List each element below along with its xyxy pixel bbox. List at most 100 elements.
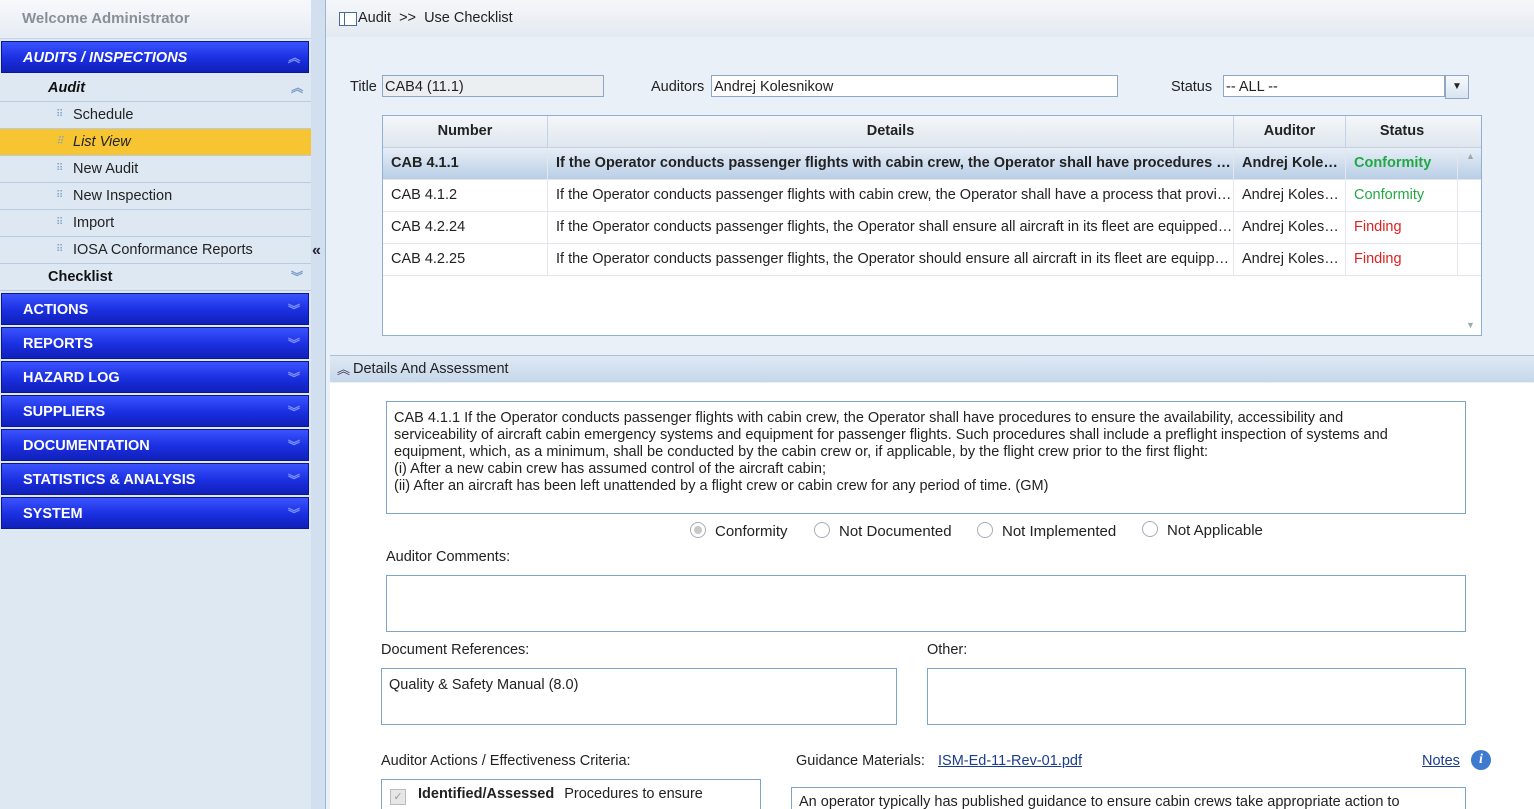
- section-system[interactable]: SYSTEM ︾: [1, 497, 309, 529]
- action-text: Procedures to ensure: [564, 786, 703, 802]
- cell-status: Finding: [1346, 244, 1458, 275]
- nav-item-schedule[interactable]: ⠿ Schedule: [0, 102, 311, 129]
- radio-not-applicable[interactable]: Not Applicable: [1142, 521, 1263, 539]
- description-line: (ii) After an aircraft has been left una…: [394, 478, 1049, 494]
- table-row[interactable]: CAB 4.2.24 If the Operator conducts pass…: [383, 212, 1481, 244]
- auditors-label: Auditors: [651, 79, 705, 95]
- nav-item-list-view[interactable]: ⠿ List View: [0, 129, 311, 156]
- drag-dots-icon: ⠿: [56, 163, 64, 174]
- other-input[interactable]: [927, 668, 1466, 725]
- chevron-down-icon: ︾: [287, 371, 300, 385]
- drag-dots-icon: ⠿: [56, 136, 64, 147]
- nav-item-label: Import: [73, 215, 115, 231]
- chevron-down-icon: ︾: [287, 337, 300, 351]
- grid-header: Number Details Auditor Status: [383, 116, 1481, 148]
- radio-conformity[interactable]: Conformity: [690, 522, 788, 540]
- chevron-down-icon: ︾: [287, 507, 300, 521]
- section-label: SUPPLIERS: [23, 404, 106, 420]
- auditor-actions-label: Auditor Actions / Effectiveness Criteria…: [381, 753, 631, 769]
- column-header-auditor[interactable]: Auditor: [1234, 116, 1346, 147]
- grid-scrollbar[interactable]: ▲ ▼: [1461, 147, 1481, 334]
- nav-item-label: List View: [73, 134, 131, 150]
- section-documentation[interactable]: DOCUMENTATION ︾: [1, 429, 309, 461]
- section-label: ACTIONS: [23, 302, 89, 318]
- double-chevron-left-icon: «: [312, 242, 321, 259]
- section-actions[interactable]: ACTIONS ︾: [1, 293, 309, 325]
- nav-item-label: IOSA Conformance Reports: [73, 242, 253, 258]
- cell-status: Conformity: [1346, 148, 1458, 179]
- radio-label: Not Documented: [839, 523, 952, 540]
- auditor-comments-input[interactable]: [386, 575, 1466, 632]
- drag-dots-icon: ⠿: [56, 109, 64, 120]
- section-label: HAZARD LOG: [23, 370, 120, 386]
- nav-item-new-audit[interactable]: ⠿ New Audit: [0, 156, 311, 183]
- nav-item-import[interactable]: ⠿ Import: [0, 210, 311, 237]
- column-header-number[interactable]: Number: [383, 116, 548, 147]
- sub-header-checklist[interactable]: Checklist ︾: [0, 264, 311, 291]
- radio-label: Not Applicable: [1167, 522, 1263, 539]
- cell-auditor: Andrej Kolesnikow: [1234, 180, 1346, 211]
- auditors-field[interactable]: Andrej Kolesnikow: [711, 75, 1118, 97]
- guidance-link[interactable]: ISM-Ed-11-Rev-01.pdf: [938, 753, 1082, 769]
- notes-link[interactable]: Notes: [1422, 753, 1460, 769]
- section-statistics[interactable]: STATISTICS & ANALYSIS ︾: [1, 463, 309, 495]
- table-row[interactable]: CAB 4.2.25 If the Operator conducts pass…: [383, 244, 1481, 276]
- description-line: (i) After a new cabin crew has assumed c…: [394, 461, 826, 477]
- sub-header-label: Audit: [48, 80, 86, 96]
- guidance-label: Guidance Materials:: [796, 753, 925, 769]
- radio-not-documented[interactable]: Not Documented: [814, 522, 952, 540]
- section-label: AUDITS / INSPECTIONS: [23, 50, 188, 66]
- chevron-down-icon: ▼: [1452, 81, 1462, 92]
- breadcrumb-separator: >>: [399, 10, 417, 26]
- info-icon[interactable]: i: [1471, 750, 1491, 770]
- welcome-text: Welcome Administrator: [0, 0, 311, 39]
- radio-circle-icon: [977, 522, 993, 538]
- scroll-down-icon[interactable]: ▼: [1466, 320, 1475, 330]
- column-header-details[interactable]: Details: [548, 116, 1234, 147]
- section-suppliers[interactable]: SUPPLIERS ︾: [1, 395, 309, 427]
- assessment-radio-group: Conformity Not Documented Not Implemente…: [690, 521, 1390, 542]
- section-label: REPORTS: [23, 336, 94, 352]
- document-references-label: Document References:: [381, 642, 530, 658]
- main-content: Audit >> Use Checklist Title CAB4 (11.1)…: [326, 0, 1534, 809]
- breadcrumb: Audit >> Use Checklist: [326, 0, 1534, 37]
- nav-item-iosa-reports[interactable]: ⠿ IOSA Conformance Reports: [0, 237, 311, 264]
- section-label: SYSTEM: [23, 506, 83, 522]
- description-line: serviceability of aircraft cabin emergen…: [394, 427, 1388, 443]
- description-line: CAB 4.1.1 If the Operator conducts passe…: [394, 410, 1344, 426]
- requirement-description: CAB 4.1.1 If the Operator conducts passe…: [386, 401, 1466, 514]
- scroll-up-icon[interactable]: ▲: [1466, 151, 1475, 161]
- section-label: STATISTICS & ANALYSIS: [23, 472, 196, 488]
- radio-not-implemented[interactable]: Not Implemented: [977, 522, 1116, 540]
- table-row[interactable]: CAB 4.1.2 If the Operator conducts passe…: [383, 180, 1481, 212]
- chevron-down-icon: ︾: [290, 270, 303, 284]
- radio-label: Not Implemented: [1002, 523, 1117, 540]
- status-dropdown-button[interactable]: ▼: [1445, 75, 1469, 99]
- sidebar-collapse-handle[interactable]: «: [311, 0, 326, 809]
- radio-circle-icon: [814, 522, 830, 538]
- nav-item-new-inspection[interactable]: ⠿ New Inspection: [0, 183, 311, 210]
- chevron-down-icon: ︾: [287, 405, 300, 419]
- section-hazard-log[interactable]: HAZARD LOG ︾: [1, 361, 309, 393]
- cell-status: Finding: [1346, 212, 1458, 243]
- drag-dots-icon: ⠿: [56, 244, 64, 255]
- sub-header-label: Checklist: [48, 269, 113, 285]
- nav-item-label: Schedule: [73, 107, 134, 123]
- details-panel-header[interactable]: ︽ Details And Assessment: [330, 355, 1534, 382]
- breadcrumb-root[interactable]: Audit: [358, 10, 391, 26]
- auditor-comments-label: Auditor Comments:: [386, 549, 511, 565]
- column-header-status[interactable]: Status: [1346, 116, 1458, 147]
- sub-header-audit[interactable]: Audit ︽: [0, 75, 311, 102]
- nav-item-label: New Inspection: [73, 188, 173, 204]
- checkbox-identified[interactable]: ✓: [390, 789, 406, 805]
- document-references-input[interactable]: Quality & Safety Manual (8.0): [381, 668, 897, 725]
- cell-number: CAB 4.1.2: [383, 180, 548, 211]
- status-label: Status: [1171, 79, 1213, 95]
- table-row[interactable]: CAB 4.1.1 If the Operator conducts passe…: [383, 148, 1481, 180]
- chevron-down-icon: ︾: [287, 473, 300, 487]
- checklist-grid: Number Details Auditor Status CAB 4.1.1 …: [382, 115, 1482, 336]
- status-select[interactable]: -- ALL --: [1223, 75, 1445, 97]
- title-field[interactable]: CAB4 (11.1): [382, 75, 604, 97]
- section-audits-inspections[interactable]: AUDITS / INSPECTIONS ︽: [1, 41, 309, 73]
- section-reports[interactable]: REPORTS ︾: [1, 327, 309, 359]
